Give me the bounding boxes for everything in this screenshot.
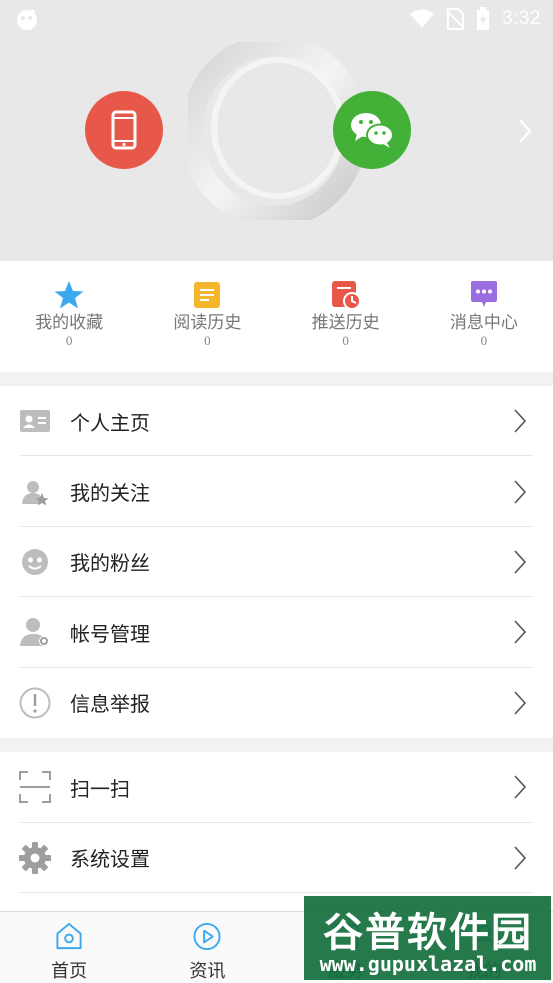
stat-push-history[interactable]: 推送历史 0 [277, 261, 415, 372]
chevron-right-icon [514, 691, 527, 715]
menu-item-following[interactable]: 我的关注 [0, 456, 553, 528]
no-sim-icon [446, 8, 465, 30]
watermark: 谷普软件园 www.gupuxlazal.com [304, 896, 551, 980]
document-icon [194, 282, 221, 308]
nav-label: 资讯 [189, 961, 226, 982]
wifi-icon [410, 9, 435, 28]
stat-count: 0 [65, 333, 73, 348]
stat-favorites[interactable]: 我的收藏 0 [0, 261, 138, 372]
message-icon [470, 281, 497, 307]
menu-label: 我的粉丝 [70, 551, 150, 576]
menu-item-scan[interactable]: 扫一扫 [0, 752, 553, 823]
watermark-title: 谷普软件园 [323, 910, 533, 956]
menu-label: 个人主页 [70, 410, 150, 435]
battery-charging-icon [477, 7, 490, 30]
stat-label: 推送历史 [311, 313, 380, 333]
fans-icon [22, 548, 48, 575]
nav-label: 首页 [51, 961, 88, 982]
menu-item-report[interactable]: 信息举报 [0, 668, 553, 738]
push-history-icon [331, 281, 361, 310]
profile-card-icon [20, 410, 50, 433]
menu-label: 信息举报 [70, 692, 150, 717]
chevron-right-icon[interactable] [517, 117, 533, 145]
stat-message-center[interactable]: 消息中心 0 [415, 261, 553, 372]
tools-menu-group: 扫一扫 系统设置 [0, 752, 553, 912]
home-icon [56, 922, 82, 950]
chevron-right-icon [514, 846, 527, 870]
chevron-right-icon [514, 409, 527, 433]
stat-count: 0 [342, 333, 349, 348]
stat-count: 0 [204, 333, 211, 348]
settings-gear-icon [19, 841, 51, 874]
stat-reading-history[interactable]: 阅读历史 0 [138, 261, 276, 372]
scan-icon [19, 771, 51, 804]
menu-label: 我的关注 [70, 481, 150, 506]
stat-label: 消息中心 [449, 313, 518, 333]
play-circle-icon [193, 922, 221, 951]
stat-label: 阅读历史 [173, 313, 242, 333]
menu-item-system-settings[interactable]: 系统设置 [0, 823, 553, 894]
watermark-url: www.gupuxlazal.com [319, 952, 537, 976]
wechat-login-button[interactable] [333, 91, 411, 169]
menu-item-fans[interactable]: 我的粉丝 [0, 527, 553, 598]
stats-row: 我的收藏 0 阅读历史 0 推送历史 0 消息中心 0 [0, 261, 553, 372]
app-notification-icon [17, 8, 37, 30]
account-menu-group: 个人主页 我的关注 我的粉丝 帐号管理 信息举报 [0, 386, 553, 738]
stat-count: 0 [480, 333, 488, 348]
following-icon [22, 480, 49, 506]
report-icon [19, 687, 51, 719]
menu-label: 扫一扫 [70, 776, 130, 801]
chevron-right-icon [514, 775, 527, 799]
nav-tab-news[interactable]: 资讯 [138, 912, 276, 983]
status-bar: 3:32 [0, 0, 553, 38]
status-time: 3:32 [502, 8, 541, 29]
menu-item-account-management[interactable]: 帐号管理 [0, 597, 553, 668]
chevron-right-icon [514, 550, 527, 574]
wechat-icon [351, 113, 394, 148]
account-settings-icon [20, 618, 49, 647]
menu-label: 帐号管理 [70, 621, 150, 646]
stat-label: 我的收藏 [35, 313, 104, 333]
menu-item-personal-home[interactable]: 个人主页 [0, 386, 553, 457]
nav-tab-home[interactable]: 首页 [0, 912, 138, 983]
profile-header: 3:32 [0, 0, 553, 261]
chevron-right-icon [514, 480, 527, 504]
menu-label: 系统设置 [70, 847, 150, 872]
phone-login-button[interactable] [85, 91, 163, 169]
star-icon [54, 281, 84, 309]
phone-icon [111, 110, 137, 150]
chevron-right-icon [514, 620, 527, 644]
